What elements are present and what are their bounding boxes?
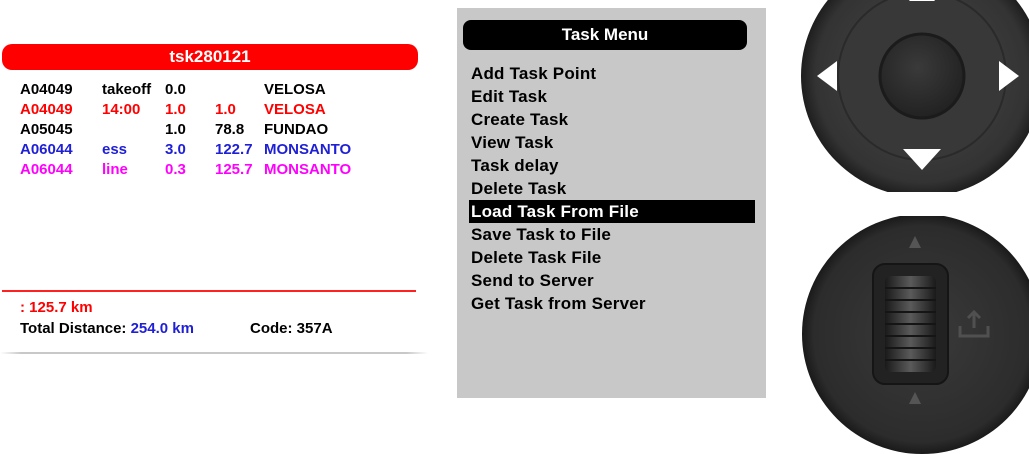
task-point-row: A04049 takeoff 0.0 VELOSA (0, 80, 430, 100)
waypoint-name: FUNDAO (264, 121, 329, 138)
waypoint-radius: 0.0 (165, 81, 186, 98)
menu-item[interactable]: Send to Server (469, 269, 755, 292)
menu-item[interactable]: Get Task from Server (469, 292, 755, 315)
total-distance: Total Distance: 254.0 km (20, 320, 194, 337)
waypoint-name: VELOSA (264, 81, 326, 98)
task-panel: tsk280121 A04049 takeoff 0.0 VELOSA A04049 14… (0, 0, 430, 438)
menu-item[interactable]: Create Task (469, 108, 755, 131)
task-point-row: A04049 14:00 1.0 1.0 VELOSA (0, 100, 430, 120)
menu-item[interactable]: Add Task Point (469, 62, 755, 85)
menu-item[interactable]: Delete Task (469, 177, 755, 200)
waypoint-name: MONSANTO (264, 161, 352, 178)
waypoint-type: ess (102, 141, 128, 158)
dpad-center-button[interactable] (878, 32, 966, 120)
menu-item[interactable]: View Task (469, 131, 755, 154)
waypoint-name: MONSANTO (264, 141, 352, 158)
waypoint-code: A06044 (20, 141, 73, 158)
waypoint-type: 14:00 (102, 101, 141, 118)
waypoint-distance: 125.7 (215, 161, 253, 178)
total-distance-label: Total Distance: (20, 320, 131, 337)
task-code: Code: 357A (250, 320, 333, 337)
waypoint-radius: 1.0 (165, 121, 186, 138)
scroll-wheel-control[interactable] (800, 216, 1029, 454)
waypoint-type: takeoff (102, 81, 152, 98)
waypoint-radius: 1.0 (165, 101, 186, 118)
task-menu: Task Menu Add Task Point Edit Task Create … (457, 8, 766, 398)
waypoint-code: A05045 (20, 121, 73, 138)
waypoint-code: A06044 (20, 161, 73, 178)
waypoint-distance: 1.0 (215, 101, 236, 118)
menu-title: Task Menu (463, 20, 747, 50)
task-point-row: A06044 line 0.3 125.7 MONSANTO (0, 160, 430, 180)
waypoint-code: A04049 (20, 101, 73, 118)
divider (0, 352, 428, 354)
divider (2, 290, 416, 292)
waypoint-type: line (102, 161, 128, 178)
total-distance-value: 254.0 km (130, 320, 194, 337)
task-point-row: A05045 1.0 78.8 FUNDAO (0, 120, 430, 140)
menu-item[interactable]: Load Task From File (469, 200, 755, 223)
partial-distance: : 125.7 km (20, 299, 93, 316)
task-point-row: A06044 ess 3.0 122.7 MONSANTO (0, 140, 430, 160)
waypoint-radius: 0.3 (165, 161, 186, 178)
waypoint-radius: 3.0 (165, 141, 186, 158)
arrow-up-icon[interactable] (909, 0, 935, 1)
menu-item[interactable]: Delete Task File (469, 246, 755, 269)
waypoint-distance: 78.8 (215, 121, 245, 138)
waypoint-name: VELOSA (264, 101, 326, 118)
menu-item[interactable]: Edit Task (469, 85, 755, 108)
task-name-header: tsk280121 (2, 44, 418, 70)
waypoint-distance: 122.7 (215, 141, 253, 158)
menu-item[interactable]: Task delay (469, 154, 755, 177)
dpad-control[interactable] (797, 0, 1029, 192)
menu-item[interactable]: Save Task to File (469, 223, 755, 246)
waypoint-code: A04049 (20, 81, 73, 98)
